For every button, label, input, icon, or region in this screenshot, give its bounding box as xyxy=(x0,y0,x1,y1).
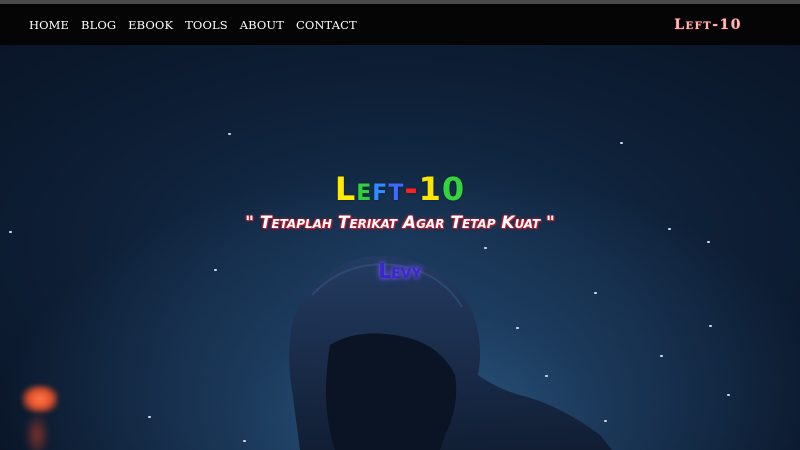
title-letter: e xyxy=(356,170,373,208)
title-letter: f xyxy=(372,170,389,208)
title-letter: t xyxy=(388,170,405,208)
nav-item-contact[interactable]: CONTACT xyxy=(296,18,357,32)
nav-menu: HOME BLOG EBOOK TOOLS ABOUT CONTACT xyxy=(29,4,369,45)
hero-title: Left-10 xyxy=(0,169,800,209)
nav-item-ebook[interactable]: EBOOK xyxy=(128,18,173,32)
hooded-figure-image xyxy=(289,255,612,450)
navbar: HOME BLOG EBOOK TOOLS ABOUT CONTACT Left… xyxy=(0,4,800,45)
nav-brand[interactable]: Left-10 xyxy=(674,4,742,45)
hero-author: Levy xyxy=(378,259,422,283)
title-letter: 0 xyxy=(441,170,466,208)
nav-item-about[interactable]: ABOUT xyxy=(240,18,284,32)
title-letter: L xyxy=(334,170,357,208)
nav-item-blog[interactable]: BLOG xyxy=(81,18,116,32)
hero-quote: " Tetaplah Terikat Agar Tetap Kuat " xyxy=(245,213,555,233)
title-letter: - xyxy=(404,170,419,208)
title-letter: 1 xyxy=(418,170,442,208)
hero-banner: Left-10 " Tetaplah Terikat Agar Tetap Ku… xyxy=(0,45,800,450)
nav-item-tools[interactable]: TOOLS xyxy=(185,18,228,32)
nav-item-home[interactable]: HOME xyxy=(29,18,69,32)
